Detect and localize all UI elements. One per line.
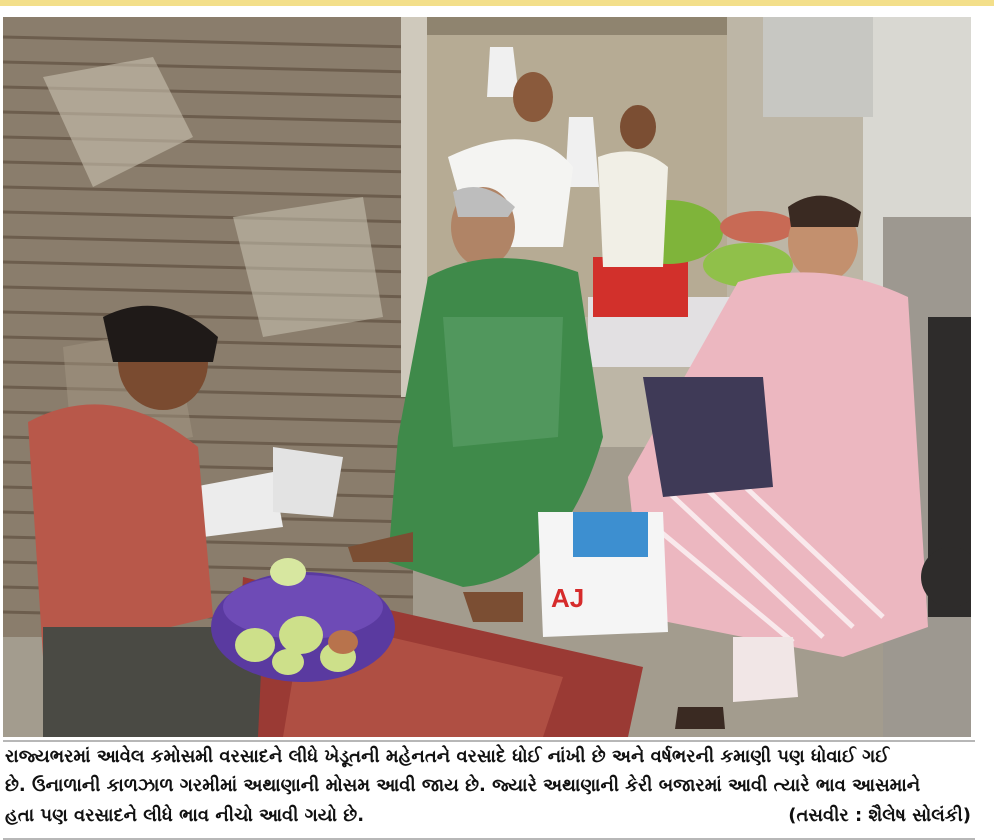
news-photo: AJ — [3, 17, 971, 737]
photo-caption: રાજ્યભરમાં આવેલ કમોસમી વરસાદને લીધે ખેડૂ… — [3, 740, 975, 840]
caption-line-3: હતા પણ વરસાદને લીધે ભાવ નીચો આવી ગયો છે. — [5, 805, 365, 826]
caption-line-2: છે. ઉનાળાની કાળઝાળ ગરમીમાં અથાણાની મોસમ … — [5, 775, 921, 796]
caption-line-1: રાજ્યભરમાં આવેલ કમોસમી વરસાદને લીધે ખેડૂ… — [5, 746, 890, 767]
bag-print-text: AJ — [551, 583, 584, 613]
photo-credit: (તસવીર : શૈલેષ સોલંકી) — [788, 805, 971, 826]
top-accent-bar — [0, 0, 994, 6]
